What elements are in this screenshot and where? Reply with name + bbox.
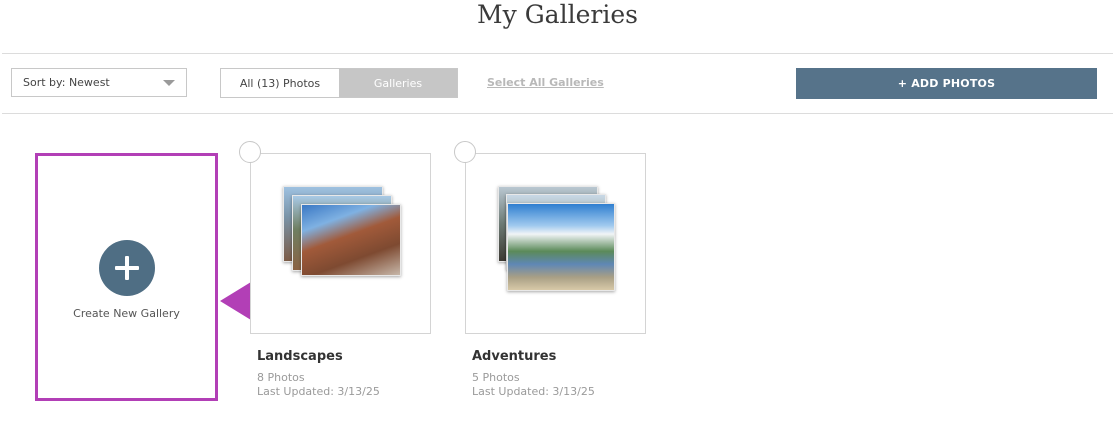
gallery-meta-landscapes: 8 Photos Last Updated: 3/13/25 (257, 371, 380, 399)
create-new-gallery-label: Create New Gallery (73, 307, 180, 320)
tab-all-photos[interactable]: All (13) Photos (221, 69, 339, 97)
gallery-thumbnail-front (301, 204, 401, 276)
gallery-last-updated: Last Updated: 3/13/25 (472, 385, 595, 398)
gallery-meta-adventures: 5 Photos Last Updated: 3/13/25 (472, 371, 595, 399)
tab-galleries[interactable]: Galleries (339, 69, 457, 97)
sort-dropdown-label: Sort by: Newest (23, 76, 110, 89)
gallery-photo-count: 5 Photos (472, 371, 520, 384)
create-new-gallery-card[interactable]: Create New Gallery (35, 153, 218, 401)
chevron-down-icon (163, 80, 175, 86)
gallery-select-checkbox-adventures[interactable] (454, 141, 476, 163)
gallery-photo-count: 8 Photos (257, 371, 305, 384)
page-title: My Galleries (477, 0, 638, 29)
sort-dropdown[interactable]: Sort by: Newest (11, 68, 187, 97)
toolbar-divider (2, 113, 1113, 114)
view-toggle: All (13) Photos Galleries (220, 68, 458, 98)
gallery-last-updated: Last Updated: 3/13/25 (257, 385, 380, 398)
select-all-galleries-link[interactable]: Select All Galleries (487, 76, 604, 89)
gallery-name-adventures[interactable]: Adventures (472, 349, 556, 364)
gallery-card-landscapes[interactable] (250, 153, 431, 334)
gallery-thumbnail-front (507, 203, 615, 291)
gallery-select-checkbox-landscapes[interactable] (239, 141, 261, 163)
gallery-name-landscapes[interactable]: Landscapes (257, 349, 343, 364)
header-divider (2, 53, 1113, 54)
add-photos-button[interactable]: + ADD PHOTOS (796, 68, 1097, 99)
gallery-card-adventures[interactable] (465, 153, 646, 334)
plus-icon[interactable] (99, 240, 155, 296)
